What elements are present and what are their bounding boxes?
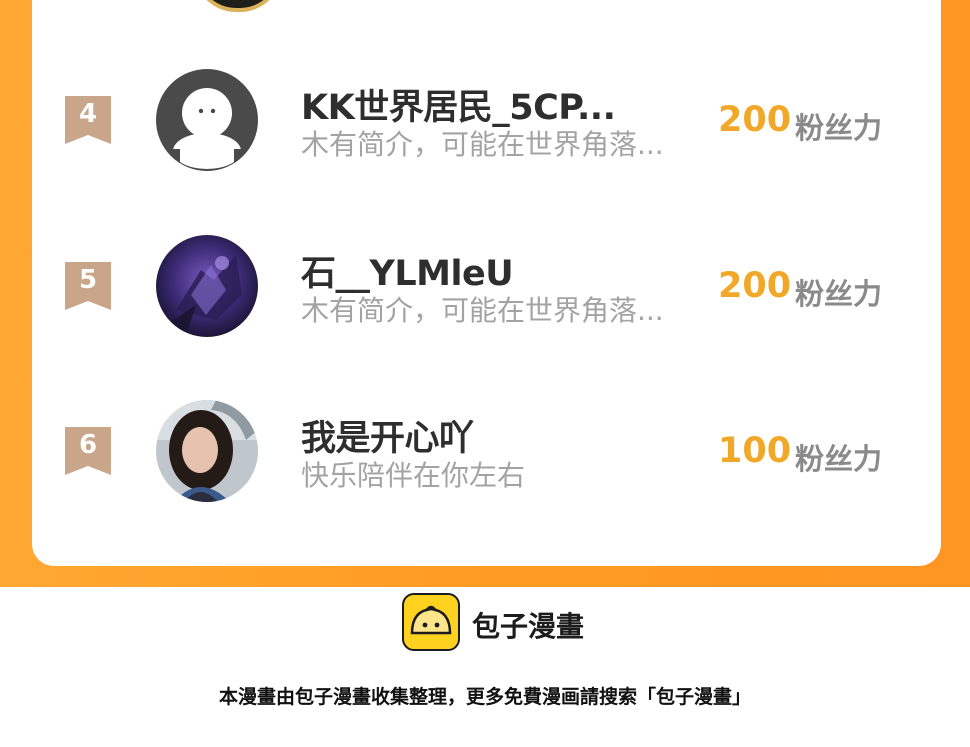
avatar[interactable] <box>156 400 258 502</box>
leaderboard-card: 4 KK世界居民_5CP... 木有简介，可能在世界角落... 200 粉丝力 … <box>32 0 941 566</box>
score-unit: 粉丝力 <box>795 277 883 311</box>
avatar[interactable] <box>156 235 258 337</box>
rank-flag-icon: 4 <box>65 96 111 144</box>
avatar[interactable] <box>156 69 258 171</box>
score-unit: 粉丝力 <box>795 111 883 145</box>
score-value: 100 <box>718 431 792 471</box>
rank-flag-icon: 6 <box>65 427 111 475</box>
leaderboard-row[interactable]: 4 KK世界居民_5CP... 木有简介，可能在世界角落... 200 粉丝力 <box>32 67 941 177</box>
score-unit: 粉丝力 <box>795 442 883 476</box>
leaderboard-row[interactable]: 5 石__YLMleU 木有简介，可能在世界角落... 200 粉丝力 <box>32 233 941 343</box>
rank-number: 5 <box>78 265 98 295</box>
top-avatar-partial <box>194 0 282 12</box>
dark-fantasy-avatar <box>156 235 258 337</box>
rank-number: 4 <box>78 99 98 129</box>
bun-logo-icon <box>402 593 460 651</box>
score-value: 200 <box>718 100 792 140</box>
leaderboard-row[interactable]: 6 我是开心吖 快乐陪伴在你左右 100 粉丝力 <box>32 398 941 508</box>
user-bio: 木有简介，可能在世界角落... <box>301 294 664 327</box>
photo-avatar <box>156 400 258 502</box>
rank-number: 6 <box>78 430 98 460</box>
rank-flag-icon: 5 <box>65 262 111 310</box>
default-avatar-icon <box>156 69 258 171</box>
user-bio: 木有简介，可能在世界角落... <box>301 128 664 161</box>
brand-name: 包子漫畫 <box>472 610 585 643</box>
footer-note: 本漫畫由包子漫畫收集整理，更多免費漫画請搜索「包子漫畫」 <box>218 686 751 708</box>
score-value: 200 <box>718 266 792 306</box>
user-bio: 快乐陪伴在你左右 <box>301 459 526 492</box>
brand: 包子漫畫 <box>402 593 602 653</box>
